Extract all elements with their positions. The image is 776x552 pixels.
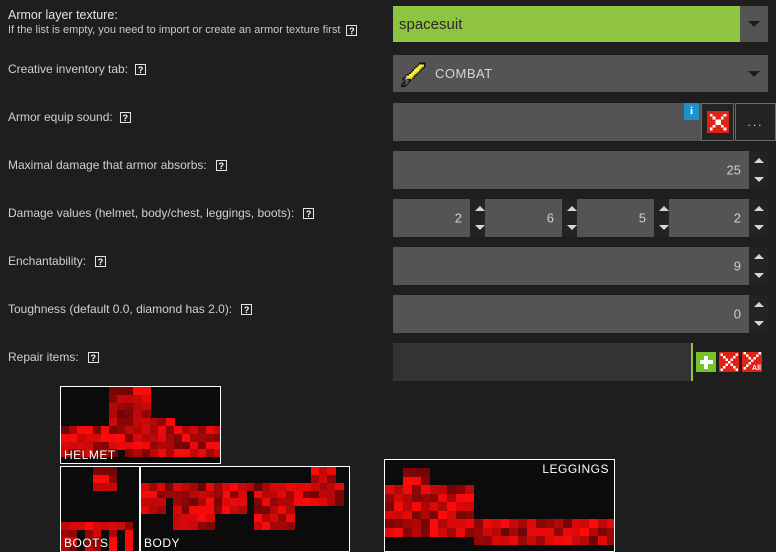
- label-max-damage-row: Maximal damage that armor absorbs: ?: [8, 158, 227, 172]
- label-creative-inventory-tab-row: Creative inventory tab: ?: [8, 62, 147, 76]
- toughness-input[interactable]: 0: [393, 295, 749, 333]
- toughness-value: 0: [733, 306, 741, 322]
- label-enchantability: Enchantability:: [8, 254, 87, 268]
- armor-equip-sound-browse-button[interactable]: ...: [735, 103, 776, 141]
- enchantability-stepper[interactable]: [749, 247, 768, 285]
- label-creative-inventory-tab: Creative inventory tab:: [8, 62, 129, 76]
- label-damage-values-row: Damage values (helmet, body/chest, leggi…: [8, 206, 315, 220]
- label-armor-equip-sound-row: Armor equip sound: ?: [8, 110, 131, 124]
- red-x-icon: [706, 111, 729, 133]
- stepper-up-icon[interactable]: [658, 206, 669, 211]
- stepper-up-icon[interactable]: [753, 158, 764, 163]
- max-damage-absorbed-value: 25: [726, 162, 741, 178]
- help-icon-repair-items[interactable]: ?: [87, 351, 99, 363]
- label-armor-layer-texture-title: Armor layer texture:: [8, 8, 118, 22]
- label-repair-items: Repair items:: [8, 350, 79, 364]
- help-icon-creative-inventory-tab[interactable]: ?: [135, 63, 147, 75]
- preview-helmet[interactable]: HELMET: [60, 386, 221, 464]
- label-damage-values: Damage values (helmet, body/chest, leggi…: [8, 206, 295, 220]
- info-icon[interactable]: i: [684, 103, 699, 120]
- label-toughness-row: Toughness (default 0.0, diamond has 2.0)…: [8, 302, 253, 316]
- help-icon-toughness[interactable]: ?: [241, 303, 253, 315]
- repair-items-remove-all-button[interactable]: All: [742, 352, 762, 372]
- damage-value-boots: 2: [733, 210, 741, 226]
- damage-value-body: 6: [546, 210, 554, 226]
- red-x-all-icon: All: [742, 352, 762, 372]
- label-max-damage-absorbed: Maximal damage that armor absorbs:: [8, 158, 207, 172]
- help-icon-enchantability[interactable]: ?: [95, 255, 107, 267]
- creative-inventory-tab-combobox[interactable]: COMBAT: [393, 55, 768, 92]
- preview-leggings[interactable]: LEGGINGS: [384, 459, 615, 552]
- label-enchantability-row: Enchantability: ?: [8, 254, 107, 268]
- armor-equip-sound-clear-button[interactable]: [701, 103, 734, 141]
- damage-value-boots-input[interactable]: 2: [669, 199, 749, 237]
- label-armor-layer-texture: Armor layer texture: If the list is empt…: [8, 8, 358, 37]
- stepper-down-icon[interactable]: [753, 225, 764, 230]
- toughness-stepper[interactable]: [749, 295, 768, 333]
- creative-inventory-tab-dropdown-button[interactable]: [740, 55, 768, 92]
- repair-items-list[interactable]: [393, 343, 693, 381]
- stepper-down-icon[interactable]: [566, 225, 577, 230]
- label-repair-items-row: Repair items: ?: [8, 350, 99, 364]
- stepper-up-icon[interactable]: [753, 302, 764, 307]
- enchantability-value: 9: [733, 258, 741, 274]
- armor-layer-texture-value: spacesuit: [399, 15, 463, 33]
- stepper-up-icon[interactable]: [753, 206, 764, 211]
- preview-boots[interactable]: BOOTS: [60, 466, 140, 552]
- stepper-down-icon[interactable]: [474, 225, 485, 230]
- damage-value-helmet: 2: [454, 210, 462, 226]
- help-icon-armor-equip-sound[interactable]: ?: [119, 111, 131, 123]
- creative-inventory-tab-value-area[interactable]: COMBAT: [393, 55, 740, 92]
- red-x-icon: [719, 352, 739, 372]
- preview-leggings-caption: LEGGINGS: [542, 462, 609, 476]
- stepper-up-icon[interactable]: [566, 206, 577, 211]
- stepper-up-icon[interactable]: [474, 206, 485, 211]
- help-icon-max-damage-absorbed[interactable]: ?: [215, 159, 227, 171]
- damage-value-helmet-input[interactable]: 2: [393, 199, 470, 237]
- max-damage-absorbed-input[interactable]: 25: [393, 151, 749, 189]
- label-toughness: Toughness (default 0.0, diamond has 2.0)…: [8, 302, 233, 316]
- preview-body-caption: BODY: [144, 536, 181, 550]
- repair-items-remove-button[interactable]: [719, 352, 739, 372]
- stepper-down-icon[interactable]: [753, 177, 764, 182]
- chevron-down-icon: [748, 70, 760, 77]
- preview-helmet-caption: HELMET: [64, 448, 116, 462]
- damage-value-leggings-input[interactable]: 5: [577, 199, 654, 237]
- green-plus-icon: [696, 352, 716, 372]
- stepper-up-icon[interactable]: [753, 254, 764, 259]
- armor-layer-texture-value-area[interactable]: spacesuit: [393, 6, 740, 42]
- preview-body[interactable]: BODY: [140, 466, 350, 552]
- damage-value-boots-stepper[interactable]: [749, 199, 768, 237]
- help-icon-armor-layer-texture[interactable]: ?: [346, 24, 358, 36]
- repair-items-remove-all-label: All: [752, 365, 761, 372]
- help-icon-damage-values[interactable]: ?: [303, 207, 315, 219]
- creative-inventory-tab-value: COMBAT: [435, 66, 493, 81]
- armor-layer-texture-combobox[interactable]: spacesuit: [393, 6, 768, 42]
- stepper-down-icon[interactable]: [753, 321, 764, 326]
- damage-value-leggings: 5: [638, 210, 646, 226]
- armor-properties-panel: Armor layer texture: If the list is empt…: [0, 0, 776, 552]
- label-armor-layer-texture-hint: If the list is empty, you need to import…: [8, 24, 341, 36]
- armor-equip-sound-browse-label: ...: [747, 115, 764, 129]
- chevron-down-icon: [748, 21, 760, 27]
- preview-boots-caption: BOOTS: [64, 536, 109, 550]
- stepper-down-icon[interactable]: [753, 273, 764, 278]
- max-damage-absorbed-stepper[interactable]: [749, 151, 768, 189]
- repair-items-add-button[interactable]: [696, 352, 716, 372]
- enchantability-input[interactable]: 9: [393, 247, 749, 285]
- armor-equip-sound-field[interactable]: [393, 103, 701, 141]
- damage-value-body-input[interactable]: 6: [485, 199, 562, 237]
- label-armor-equip-sound: Armor equip sound:: [8, 110, 113, 124]
- golden-sword-icon: [401, 61, 427, 87]
- stepper-down-icon[interactable]: [658, 225, 669, 230]
- armor-layer-texture-dropdown-button[interactable]: [740, 6, 768, 42]
